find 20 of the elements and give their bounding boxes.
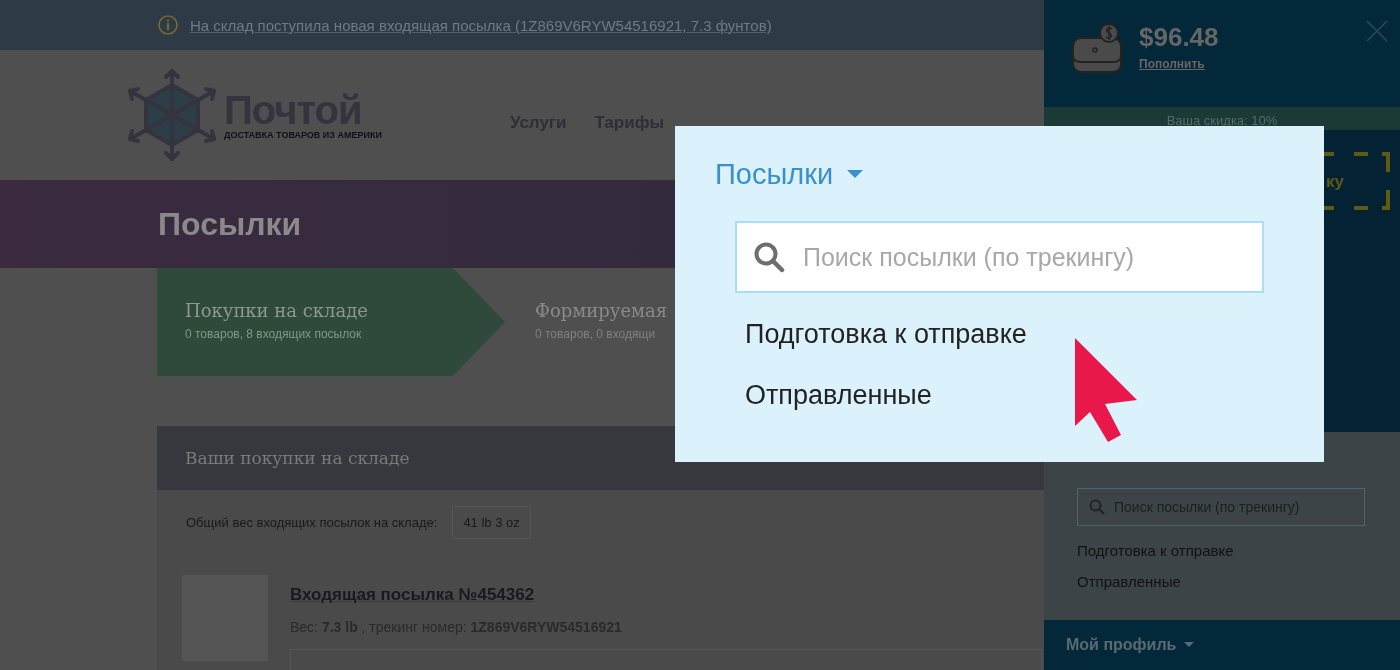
wallet-icon[interactable] [1071,22,1123,74]
panel-title: Ваши покупки на складе [185,448,410,468]
promo-text: ку [1326,172,1344,192]
parcels-menu[interactable]: Посылки [715,158,864,191]
notice-link[interactable]: На склад поступила новая входящая посылка (1Z869V6RYW54516921, 7.3 фунтов) [190,16,772,34]
step-tab[interactable]: Покупки на складе 0 товаров, 8 входящих посылок [157,268,505,376]
info-icon [158,15,178,35]
caret-icon [1184,642,1195,648]
search-icon [753,241,785,273]
search-icon [1089,499,1105,515]
balance-amount: $96.48 [1139,22,1219,53]
menu-item[interactable]: Отправленные [745,380,932,411]
menu-item[interactable]: Подготовка к отправке [745,319,1027,350]
page-title: Посылки [158,205,302,243]
profile-menu[interactable]: Мой профиль [1066,636,1195,654]
logo-tagline: ДОСТАВКА ТОВАРОВ ИЗ АМЕРИКИ [224,130,382,140]
cursor-arrow-icon [1073,338,1139,442]
discount-text: Ваша скидка: 10% [1166,113,1278,130]
close-icon[interactable] [1366,20,1388,42]
top-up-link[interactable]: Пополнить [1139,57,1205,71]
